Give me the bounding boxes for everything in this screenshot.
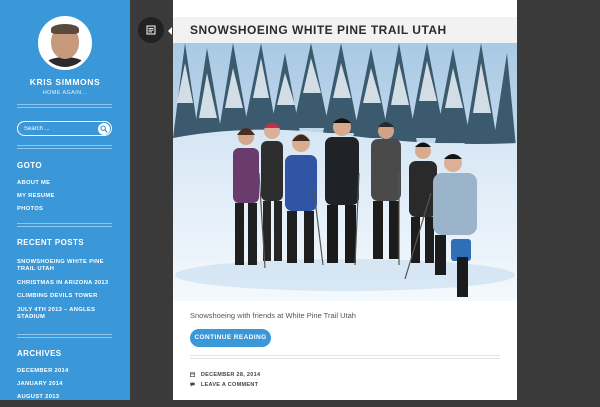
sidebar: KRIS SIMMONS HOME AGAIN... GOTO ABOUT ME… (0, 0, 130, 400)
post-title-bar: SNOWSHOEING WHITE PINE TRAIL UTAH (173, 17, 517, 43)
search-icon (100, 125, 108, 133)
right-margin (517, 0, 600, 400)
post-divider (190, 355, 500, 359)
site-title[interactable]: KRIS SIMMONS (0, 77, 130, 87)
post-comment-meta: LEAVE A COMMENT (190, 382, 258, 388)
continue-reading-button[interactable]: CONTINUE READING (190, 329, 271, 347)
comment-icon (190, 382, 195, 387)
recent-post-link[interactable]: CLIMBING DEVILS TOWER (17, 293, 117, 300)
recent-post-link[interactable]: SNOWSHOEING WHITE PINE TRAIL UTAH (17, 259, 117, 273)
search-input[interactable] (24, 124, 94, 134)
leave-comment-link[interactable]: LEAVE A COMMENT (201, 382, 258, 388)
recent-posts-list: SNOWSHOEING WHITE PINE TRAIL UTAH CHRIST… (17, 259, 117, 327)
search-button[interactable] (98, 123, 110, 135)
post-featured-image[interactable] (173, 43, 517, 301)
goto-widget-title: GOTO (17, 161, 43, 170)
archive-link[interactable]: DECEMBER 2014 (17, 368, 117, 375)
site-description: HOME AGAIN... (42, 90, 88, 96)
avatar[interactable] (38, 16, 92, 70)
post-list-toggle[interactable] (138, 17, 172, 43)
search-form (17, 121, 112, 136)
divider (17, 223, 112, 227)
snowshoeing-group-photo (173, 43, 517, 301)
post-caption: Snowshoeing with friends at White Pine T… (190, 311, 356, 320)
menu-item-my-resume[interactable]: MY RESUME (17, 193, 117, 200)
post-date-meta: DECEMBER 28, 2014 (190, 372, 260, 378)
post-title[interactable]: SNOWSHOEING WHITE PINE TRAIL UTAH (190, 23, 447, 37)
archive-link[interactable]: JANUARY 2014 (17, 381, 117, 388)
menu-item-photos[interactable]: PHOTOS (17, 206, 117, 213)
menu-item-about-me[interactable]: ABOUT ME (17, 180, 117, 187)
goto-menu: ABOUT ME MY RESUME PHOTOS (17, 180, 117, 219)
divider (17, 145, 112, 149)
chevron-left-icon (168, 27, 172, 35)
recent-post-link[interactable]: JULY 4TH 2013 – ANGLES STADIUM (17, 307, 117, 321)
divider (17, 104, 112, 108)
post-article: SNOWSHOEING WHITE PINE TRAIL UTAH Snowsh… (173, 0, 517, 400)
recent-posts-widget-title: RECENT POSTS (17, 238, 85, 247)
avatar-hair (51, 24, 79, 34)
calendar-icon (190, 372, 195, 377)
archives-list: DECEMBER 2014 JANUARY 2014 AUGUST 2013 (17, 368, 117, 407)
divider (17, 334, 112, 338)
post-date[interactable]: DECEMBER 28, 2014 (201, 372, 261, 378)
post-list-icon (146, 25, 156, 35)
archives-widget-title: ARCHIVES (17, 349, 62, 358)
recent-post-link[interactable]: CHRISTMAS IN ARIZONA 2013 (17, 280, 117, 287)
